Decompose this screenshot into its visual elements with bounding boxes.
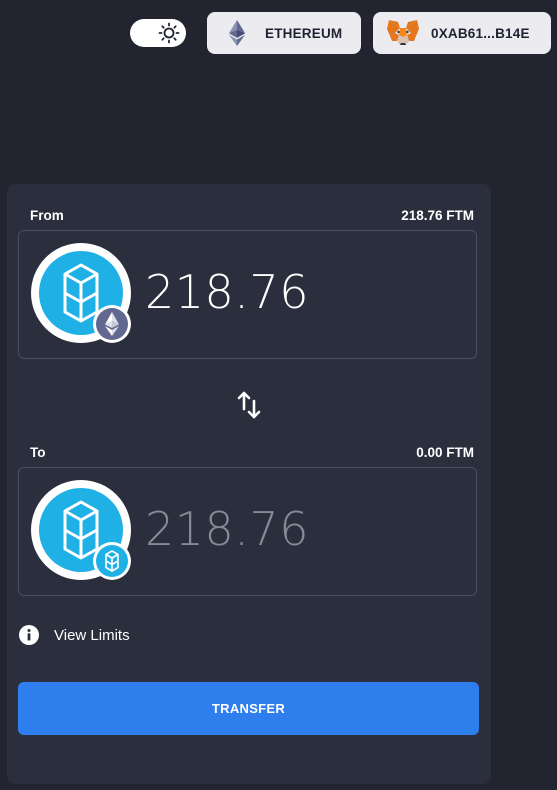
from-label: From xyxy=(30,207,64,223)
to-amount-box: 218.76 xyxy=(18,467,477,596)
from-balance: 218.76 FTM xyxy=(401,207,474,223)
from-amount-box[interactable]: 218.76 xyxy=(18,230,477,359)
view-limits-link[interactable]: View Limits xyxy=(19,624,130,646)
wallet-address-label: 0XAB61...B14E xyxy=(431,25,530,41)
theme-toggle[interactable] xyxy=(130,19,186,47)
fantom-token-icon xyxy=(31,243,131,343)
view-limits-label: View Limits xyxy=(54,626,130,644)
transfer-button[interactable]: TRANSFER xyxy=(18,682,479,735)
to-header: To 0.00 FTM xyxy=(30,443,474,461)
info-icon xyxy=(19,625,39,645)
to-balance: 0.00 FTM xyxy=(416,444,474,460)
to-amount-output: 218.76 xyxy=(145,502,309,556)
fantom-token-icon xyxy=(31,480,131,580)
sun-icon xyxy=(158,22,180,44)
to-label: To xyxy=(30,444,46,460)
network-selector-button[interactable]: ETHEREUM xyxy=(207,12,361,54)
toggle-knob xyxy=(135,24,153,42)
top-bar: ETHEREUM 0XAB61...B14E xyxy=(0,12,557,54)
from-amount-input[interactable]: 218.76 xyxy=(145,265,309,319)
wallet-address-button[interactable]: 0XAB61...B14E xyxy=(373,12,551,54)
network-label: ETHEREUM xyxy=(265,25,343,41)
bridge-card: From 218.76 FTM 218.76 To 0.00 FTM 218.7… xyxy=(7,184,491,784)
ethereum-icon xyxy=(228,20,246,46)
metamask-fox-icon xyxy=(387,20,419,45)
swap-arrows-icon[interactable] xyxy=(236,390,262,420)
from-header: From 218.76 FTM xyxy=(30,206,474,224)
